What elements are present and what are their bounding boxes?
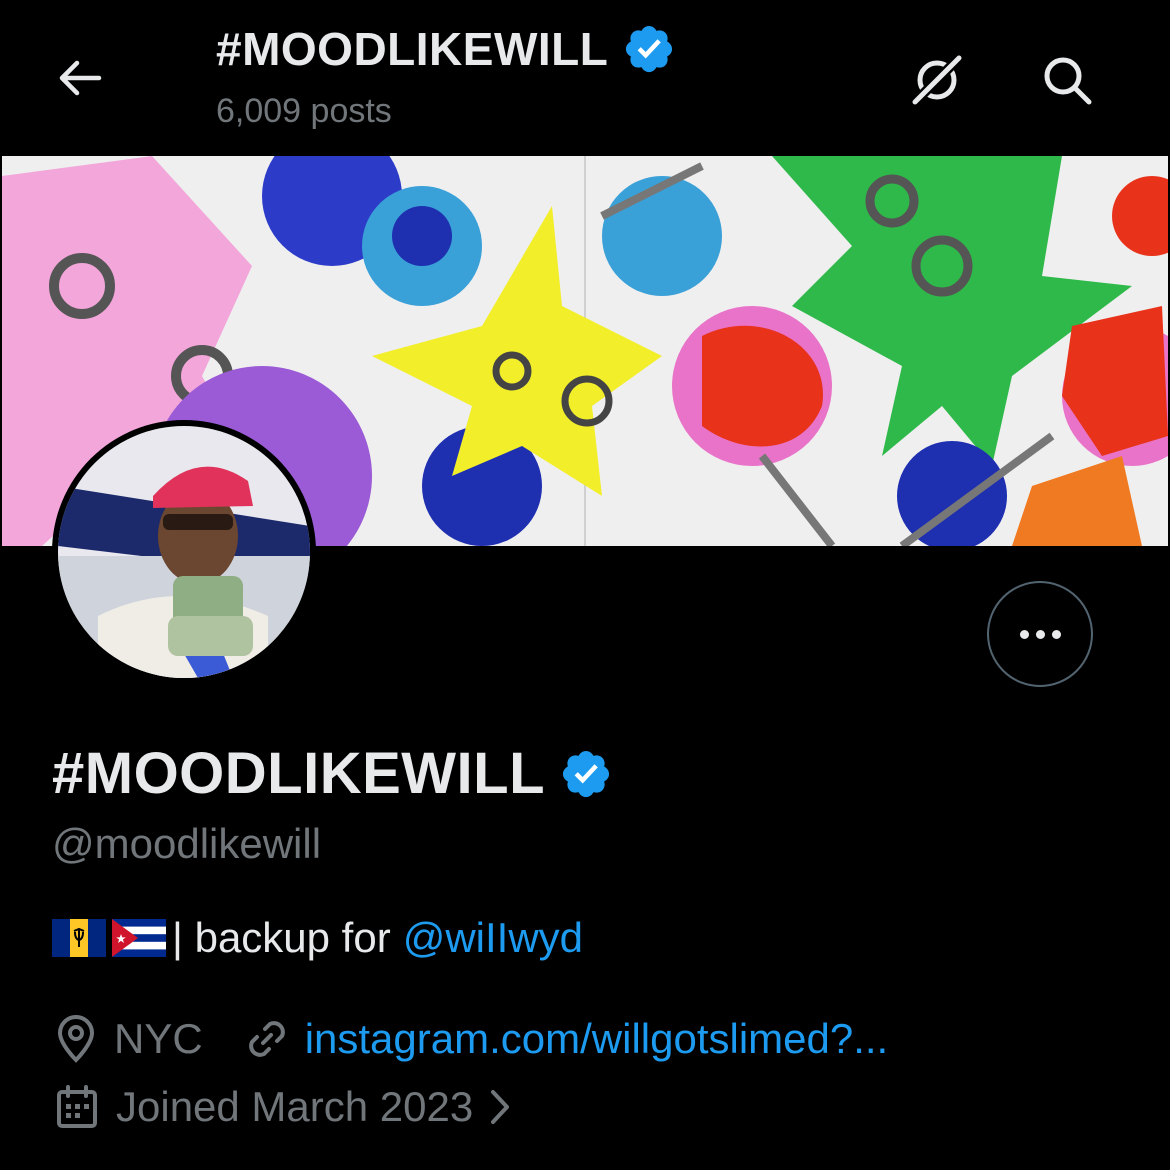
arrow-left-icon	[59, 60, 102, 96]
website-item[interactable]: instagram.com/willgotslimed?...	[243, 1015, 889, 1063]
chevron-right-icon	[491, 1090, 510, 1124]
location-pin-icon	[57, 1015, 95, 1063]
more-dot-icon	[1019, 629, 1029, 639]
profile-handle: @moodlikewill	[52, 820, 322, 867]
location-item: NYC	[52, 1014, 203, 1064]
grok-icon	[911, 54, 963, 106]
bio-mention-link[interactable]: @wiIIwyd	[403, 914, 583, 962]
bio-text: | backup for	[172, 914, 391, 961]
cuba-flag-icon	[112, 919, 166, 957]
more-dot-icon	[1051, 629, 1061, 639]
calendar-icon	[57, 1085, 97, 1128]
profile-meta-row: NYC instagram.com/willgotslimed?...	[52, 1014, 888, 1064]
post-count: 6,009 posts	[216, 92, 392, 130]
back-button[interactable]	[50, 52, 108, 104]
website-link[interactable]: instagram.com/willgotslimed?...	[305, 1015, 889, 1063]
display-name-group: #MOODLIKEWILL	[52, 740, 613, 807]
verified-badge-icon	[626, 25, 673, 73]
search-button[interactable]	[1032, 48, 1102, 112]
header-title-group: #MOODLIKEWILL	[216, 22, 676, 76]
profile-bio: | backup for @wiIIwyd	[52, 914, 583, 962]
verified-badge-icon[interactable]	[559, 747, 613, 801]
more-dot-icon	[1035, 629, 1045, 639]
joined-text: Joined March 2023	[116, 1083, 474, 1130]
joined-row[interactable]: Joined March 2023	[52, 1082, 513, 1132]
profile-avatar[interactable]	[52, 420, 316, 684]
search-icon	[1044, 57, 1092, 105]
display-name: #MOODLIKEWILL	[52, 741, 546, 806]
more-options-button[interactable]	[987, 581, 1093, 687]
barbados-flag-icon	[52, 919, 106, 957]
link-icon	[248, 1021, 285, 1057]
grok-button[interactable]	[905, 48, 969, 112]
header-title: #MOODLIKEWILL	[216, 23, 609, 75]
avatar-image	[58, 426, 310, 678]
location-text: NYC	[114, 1015, 203, 1062]
